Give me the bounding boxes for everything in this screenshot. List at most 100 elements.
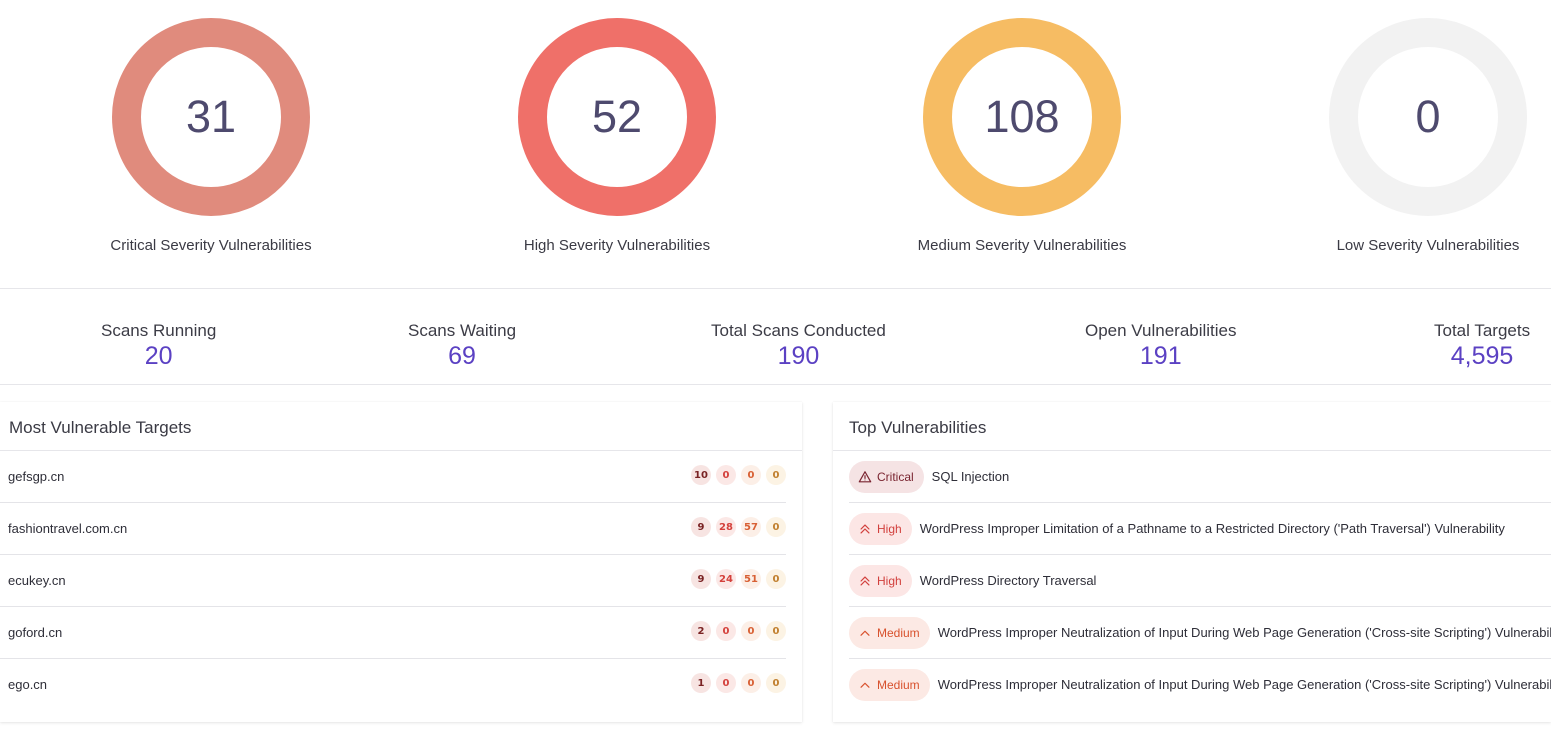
medium-donut: 108: [923, 18, 1121, 216]
stat-value: 190: [777, 342, 820, 370]
medium-count-pill: 0: [741, 465, 761, 485]
stat-label: Scans Waiting: [408, 321, 517, 340]
severity-badge-label: Medium: [877, 677, 920, 692]
panel-title: Top Vulnerabilities: [833, 402, 1551, 451]
critical-count: 31: [185, 91, 237, 142]
target-name[interactable]: fashiontravel.com.cn: [0, 521, 127, 536]
severity-badge-label: Medium: [877, 625, 920, 640]
panel-title: Most Vulnerable Targets: [0, 402, 802, 451]
severity-badge-medium: Medium: [849, 616, 930, 649]
high-severity-card[interactable]: 52 High Severity Vulnerabilities: [467, 18, 767, 254]
high-count-pill: 24: [716, 569, 736, 589]
vulnerability-row[interactable]: High WordPress Directory Traversal: [849, 555, 1551, 607]
high-count: 52: [591, 91, 643, 142]
top-vulnerabilities-panel: Top Vulnerabilities Critical SQL Injecti…: [833, 402, 1551, 722]
target-row[interactable]: ego.cn 1 0 0 0: [0, 659, 786, 710]
critical-severity-card[interactable]: 31 Critical Severity Vulnerabilities: [61, 18, 361, 254]
warning-triangle-icon: [858, 470, 872, 482]
double-chevron-up-icon: [860, 523, 870, 534]
severity-counts: 10 0 0 0: [691, 465, 786, 485]
stat-total-targets[interactable]: Total Targets 4,595: [1434, 321, 1530, 371]
severity-badge-high: High: [849, 512, 912, 545]
severity-badge-medium: Medium: [849, 668, 930, 701]
critical-count-pill: 1: [691, 673, 711, 693]
stat-label: Scans Running: [101, 321, 217, 340]
high-count-pill: 0: [716, 673, 736, 693]
targets-list: gefsgp.cn 10 0 0 0 fashiontravel.com.cn …: [0, 451, 802, 710]
target-name[interactable]: ecukey.cn: [0, 573, 66, 588]
critical-count-pill: 9: [691, 569, 711, 589]
low-count-pill: 0: [766, 465, 786, 485]
medium-count-pill: 57: [741, 517, 761, 537]
vulnerability-name[interactable]: WordPress Directory Traversal: [920, 573, 1097, 588]
stat-open-vulnerabilities[interactable]: Open Vulnerabilities 191: [1085, 321, 1237, 371]
severity-badge-critical: Critical: [849, 460, 924, 493]
stat-value: 191: [1139, 342, 1182, 370]
critical-count-pill: 2: [691, 621, 711, 641]
high-count-pill: 28: [716, 517, 736, 537]
severity-summary: 31 Critical Severity Vulnerabilities 52 …: [0, 0, 1551, 288]
low-count-pill: 0: [766, 569, 786, 589]
severity-counts: 9 28 57 0: [691, 517, 786, 537]
chevron-up-icon: [860, 630, 870, 636]
target-name[interactable]: gefsgp.cn: [0, 469, 64, 484]
severity-counts: 9 24 51 0: [691, 569, 786, 589]
low-count-pill: 0: [766, 621, 786, 641]
double-chevron-up-icon: [860, 575, 870, 586]
stat-label: Open Vulnerabilities: [1085, 321, 1237, 340]
stat-label: Total Targets: [1434, 321, 1531, 340]
target-name[interactable]: goford.cn: [0, 625, 62, 640]
vulnerability-name[interactable]: WordPress Improper Neutralization of Inp…: [938, 625, 1551, 640]
stat-value: 20: [144, 342, 173, 370]
critical-label: Critical Severity Vulnerabilities: [110, 237, 312, 254]
critical-donut: 31: [112, 18, 310, 216]
vulnerability-row[interactable]: Critical SQL Injection: [849, 451, 1551, 503]
target-row[interactable]: fashiontravel.com.cn 9 28 57 0: [0, 503, 786, 555]
severity-badge-label: Critical: [877, 469, 914, 484]
severity-counts: 1 0 0 0: [691, 673, 786, 693]
medium-count: 108: [984, 91, 1060, 142]
target-name[interactable]: ego.cn: [0, 677, 47, 692]
stat-scans-running[interactable]: Scans Running 20: [101, 321, 216, 371]
severity-badge-high: High: [849, 564, 912, 597]
high-donut: 52: [518, 18, 716, 216]
medium-count-pill: 51: [741, 569, 761, 589]
vulnerability-name[interactable]: SQL Injection: [932, 469, 1010, 484]
critical-count-pill: 10: [691, 465, 711, 485]
section-divider: [0, 384, 1551, 385]
high-label: High Severity Vulnerabilities: [523, 237, 711, 254]
critical-count-pill: 9: [691, 517, 711, 537]
vulnerability-name[interactable]: WordPress Improper Neutralization of Inp…: [938, 677, 1551, 692]
vulnerability-row[interactable]: High WordPress Improper Limitation of a …: [849, 503, 1551, 555]
vulnerability-row[interactable]: Medium WordPress Improper Neutralization…: [849, 659, 1551, 710]
medium-severity-card[interactable]: 108 Medium Severity Vulnerabilities: [872, 18, 1172, 254]
medium-count-pill: 0: [741, 621, 761, 641]
medium-count-pill: 0: [741, 673, 761, 693]
target-row[interactable]: gefsgp.cn 10 0 0 0: [0, 451, 786, 503]
stat-label: Total Scans Conducted: [711, 321, 886, 340]
low-count: 0: [1415, 91, 1441, 142]
low-count-pill: 0: [766, 517, 786, 537]
most-vulnerable-targets-panel: Most Vulnerable Targets gefsgp.cn 10 0 0…: [0, 402, 802, 722]
high-count-pill: 0: [716, 621, 736, 641]
low-label: Low Severity Vulnerabilities: [1336, 237, 1520, 254]
stat-value: 4,595: [1450, 342, 1514, 370]
stat-scans-waiting[interactable]: Scans Waiting 69: [408, 321, 516, 371]
stat-total-scans[interactable]: Total Scans Conducted 190: [711, 321, 886, 371]
severity-counts: 2 0 0 0: [691, 621, 786, 641]
vulnerability-row[interactable]: Medium WordPress Improper Neutralization…: [849, 607, 1551, 659]
target-row[interactable]: goford.cn 2 0 0 0: [0, 607, 786, 659]
low-count-pill: 0: [766, 673, 786, 693]
medium-label: Medium Severity Vulnerabilities: [917, 237, 1127, 254]
high-count-pill: 0: [716, 465, 736, 485]
chevron-up-icon: [860, 682, 870, 688]
target-row[interactable]: ecukey.cn 9 24 51 0: [0, 555, 786, 607]
section-divider: [0, 288, 1551, 289]
low-donut: 0: [1329, 18, 1527, 216]
vulnerabilities-list: Critical SQL Injection High WordPress Im…: [833, 451, 1551, 710]
severity-badge-label: High: [877, 573, 902, 588]
low-severity-card[interactable]: 0 Low Severity Vulnerabilities: [1278, 18, 1551, 254]
vulnerability-name[interactable]: WordPress Improper Limitation of a Pathn…: [920, 521, 1505, 536]
severity-badge-label: High: [877, 521, 902, 536]
stat-value: 69: [448, 342, 476, 370]
